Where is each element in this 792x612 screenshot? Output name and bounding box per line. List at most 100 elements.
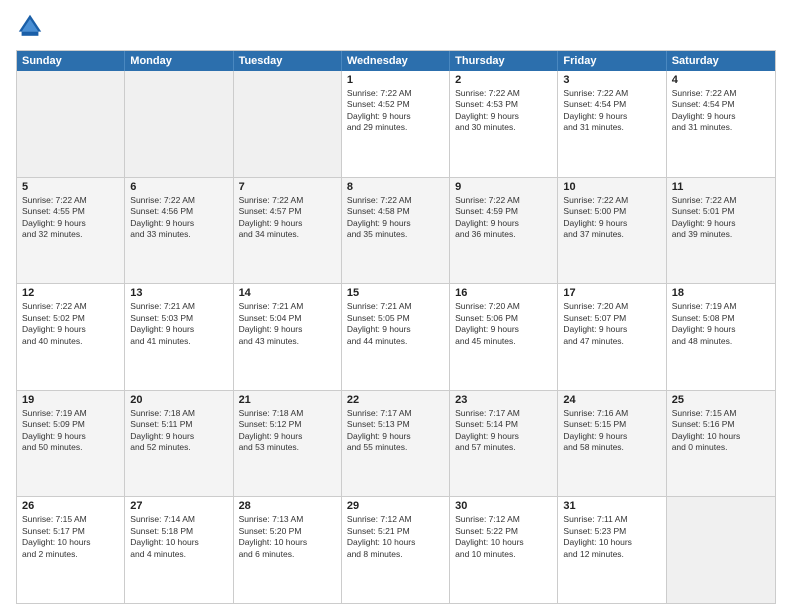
day-number: 26: [22, 500, 119, 512]
header-day: Sunday: [17, 51, 125, 71]
cell-content: Sunrise: 7:22 AM Sunset: 5:01 PM Dayligh…: [672, 195, 770, 241]
header-day: Saturday: [667, 51, 775, 71]
calendar-cell: 28 Sunrise: 7:13 AM Sunset: 5:20 PM Dayli…: [234, 497, 342, 603]
day-number: 14: [239, 287, 336, 299]
header-day: Tuesday: [234, 51, 342, 71]
cell-content: Sunrise: 7:22 AM Sunset: 4:56 PM Dayligh…: [130, 195, 227, 241]
calendar-cell: 2 Sunrise: 7:22 AM Sunset: 4:53 PM Daylig…: [450, 71, 558, 177]
calendar-cell: 29 Sunrise: 7:12 AM Sunset: 5:21 PM Dayli…: [342, 497, 450, 603]
calendar-cell: 30 Sunrise: 7:12 AM Sunset: 5:22 PM Dayli…: [450, 497, 558, 603]
calendar-row: 5 Sunrise: 7:22 AM Sunset: 4:55 PM Daylig…: [17, 177, 775, 284]
day-number: 18: [672, 287, 770, 299]
calendar-cell: 27Sunrise: 7:14 AM Sunset: 5:18 PM Dayli…: [125, 497, 233, 603]
day-number: 11: [672, 181, 770, 193]
cell-content: Sunrise: 7:22 AM Sunset: 4:53 PM Dayligh…: [455, 88, 552, 134]
calendar-cell: 13Sunrise: 7:21 AM Sunset: 5:03 PM Dayli…: [125, 284, 233, 390]
day-number: 28: [239, 500, 336, 512]
day-number: 19: [22, 394, 119, 406]
header-day: Thursday: [450, 51, 558, 71]
calendar-cell: 24 Sunrise: 7:16 AM Sunset: 5:15 PM Dayli…: [558, 391, 666, 497]
day-number: 22: [347, 394, 444, 406]
calendar-cell: 26 Sunrise: 7:15 AM Sunset: 5:17 PM Dayli…: [17, 497, 125, 603]
cell-content: Sunrise: 7:22 AM Sunset: 4:54 PM Dayligh…: [672, 88, 770, 134]
cell-content: Sunrise: 7:16 AM Sunset: 5:15 PM Dayligh…: [563, 408, 660, 454]
day-number: 25: [672, 394, 770, 406]
calendar-cell: 10 Sunrise: 7:22 AM Sunset: 5:00 PM Dayli…: [558, 178, 666, 284]
cell-content: Sunrise: 7:22 AM Sunset: 4:59 PM Dayligh…: [455, 195, 552, 241]
cell-content: Sunrise: 7:17 AM Sunset: 5:14 PM Dayligh…: [455, 408, 552, 454]
calendar-cell: 6 Sunrise: 7:22 AM Sunset: 4:56 PM Daylig…: [125, 178, 233, 284]
cell-content: Sunrise: 7:22 AM Sunset: 4:54 PM Dayligh…: [563, 88, 660, 134]
day-number: 9: [455, 181, 552, 193]
cell-content: Sunrise: 7:20 AM Sunset: 5:07 PM Dayligh…: [563, 301, 660, 347]
header-day: Friday: [558, 51, 666, 71]
cell-content: Sunrise: 7:22 AM Sunset: 5:02 PM Dayligh…: [22, 301, 119, 347]
cell-content: Sunrise: 7:12 AM Sunset: 5:21 PM Dayligh…: [347, 514, 444, 560]
day-number: 10: [563, 181, 660, 193]
cell-content: Sunrise: 7:22 AM Sunset: 4:55 PM Dayligh…: [22, 195, 119, 241]
day-number: 7: [239, 181, 336, 193]
day-number: 31: [563, 500, 660, 512]
logo: [16, 12, 48, 40]
day-number: 30: [455, 500, 552, 512]
day-number: 3: [563, 74, 660, 86]
calendar-header: SundayMondayTuesdayWednesdayThursdayFrid…: [17, 51, 775, 71]
day-number: 12: [22, 287, 119, 299]
cell-content: Sunrise: 7:22 AM Sunset: 5:00 PM Dayligh…: [563, 195, 660, 241]
cell-content: Sunrise: 7:22 AM Sunset: 4:58 PM Dayligh…: [347, 195, 444, 241]
calendar-cell: 7Sunrise: 7:22 AM Sunset: 4:57 PM Daylig…: [234, 178, 342, 284]
calendar-cell: 18 Sunrise: 7:19 AM Sunset: 5:08 PM Dayli…: [667, 284, 775, 390]
cell-content: Sunrise: 7:11 AM Sunset: 5:23 PM Dayligh…: [563, 514, 660, 560]
calendar-row: 12 Sunrise: 7:22 AM Sunset: 5:02 PM Dayli…: [17, 283, 775, 390]
calendar-cell: 1 Sunrise: 7:22 AM Sunset: 4:52 PM Daylig…: [342, 71, 450, 177]
day-number: 5: [22, 181, 119, 193]
page-container: SundayMondayTuesdayWednesdayThursdayFrid…: [0, 0, 792, 612]
calendar-cell: 3 Sunrise: 7:22 AM Sunset: 4:54 PM Daylig…: [558, 71, 666, 177]
calendar-row: 26 Sunrise: 7:15 AM Sunset: 5:17 PM Dayli…: [17, 496, 775, 603]
logo-icon: [16, 12, 44, 40]
day-number: 17: [563, 287, 660, 299]
calendar-cell: 15Sunrise: 7:21 AM Sunset: 5:05 PM Dayli…: [342, 284, 450, 390]
calendar-cell: [17, 71, 125, 177]
calendar-cell: 11 Sunrise: 7:22 AM Sunset: 5:01 PM Dayli…: [667, 178, 775, 284]
cell-content: Sunrise: 7:15 AM Sunset: 5:16 PM Dayligh…: [672, 408, 770, 454]
cell-content: Sunrise: 7:17 AM Sunset: 5:13 PM Dayligh…: [347, 408, 444, 454]
calendar-cell: 19 Sunrise: 7:19 AM Sunset: 5:09 PM Dayli…: [17, 391, 125, 497]
calendar-cell: 5 Sunrise: 7:22 AM Sunset: 4:55 PM Daylig…: [17, 178, 125, 284]
day-number: 27: [130, 500, 227, 512]
day-number: 21: [239, 394, 336, 406]
day-number: 23: [455, 394, 552, 406]
calendar-cell: 17 Sunrise: 7:20 AM Sunset: 5:07 PM Dayli…: [558, 284, 666, 390]
calendar-cell: 21 Sunrise: 7:18 AM Sunset: 5:12 PM Dayli…: [234, 391, 342, 497]
day-number: 20: [130, 394, 227, 406]
calendar-cell: 4Sunrise: 7:22 AM Sunset: 4:54 PM Daylig…: [667, 71, 775, 177]
calendar-cell: 31 Sunrise: 7:11 AM Sunset: 5:23 PM Dayli…: [558, 497, 666, 603]
day-number: 2: [455, 74, 552, 86]
cell-content: Sunrise: 7:20 AM Sunset: 5:06 PM Dayligh…: [455, 301, 552, 347]
calendar-body: 1 Sunrise: 7:22 AM Sunset: 4:52 PM Daylig…: [17, 71, 775, 603]
cell-content: Sunrise: 7:18 AM Sunset: 5:12 PM Dayligh…: [239, 408, 336, 454]
header-day: Monday: [125, 51, 233, 71]
day-number: 24: [563, 394, 660, 406]
cell-content: Sunrise: 7:19 AM Sunset: 5:09 PM Dayligh…: [22, 408, 119, 454]
calendar-row: 19 Sunrise: 7:19 AM Sunset: 5:09 PM Dayli…: [17, 390, 775, 497]
calendar-cell: [667, 497, 775, 603]
cell-content: Sunrise: 7:22 AM Sunset: 4:52 PM Dayligh…: [347, 88, 444, 134]
day-number: 15: [347, 287, 444, 299]
day-number: 1: [347, 74, 444, 86]
day-number: 8: [347, 181, 444, 193]
cell-content: Sunrise: 7:15 AM Sunset: 5:17 PM Dayligh…: [22, 514, 119, 560]
calendar-row: 1 Sunrise: 7:22 AM Sunset: 4:52 PM Daylig…: [17, 71, 775, 177]
calendar-cell: 9 Sunrise: 7:22 AM Sunset: 4:59 PM Daylig…: [450, 178, 558, 284]
cell-content: Sunrise: 7:19 AM Sunset: 5:08 PM Dayligh…: [672, 301, 770, 347]
calendar-cell: 16 Sunrise: 7:20 AM Sunset: 5:06 PM Dayli…: [450, 284, 558, 390]
day-number: 16: [455, 287, 552, 299]
day-number: 13: [130, 287, 227, 299]
header-day: Wednesday: [342, 51, 450, 71]
cell-content: Sunrise: 7:13 AM Sunset: 5:20 PM Dayligh…: [239, 514, 336, 560]
calendar-cell: [234, 71, 342, 177]
day-number: 6: [130, 181, 227, 193]
cell-content: Sunrise: 7:12 AM Sunset: 5:22 PM Dayligh…: [455, 514, 552, 560]
page-header: [16, 12, 776, 40]
day-number: 29: [347, 500, 444, 512]
